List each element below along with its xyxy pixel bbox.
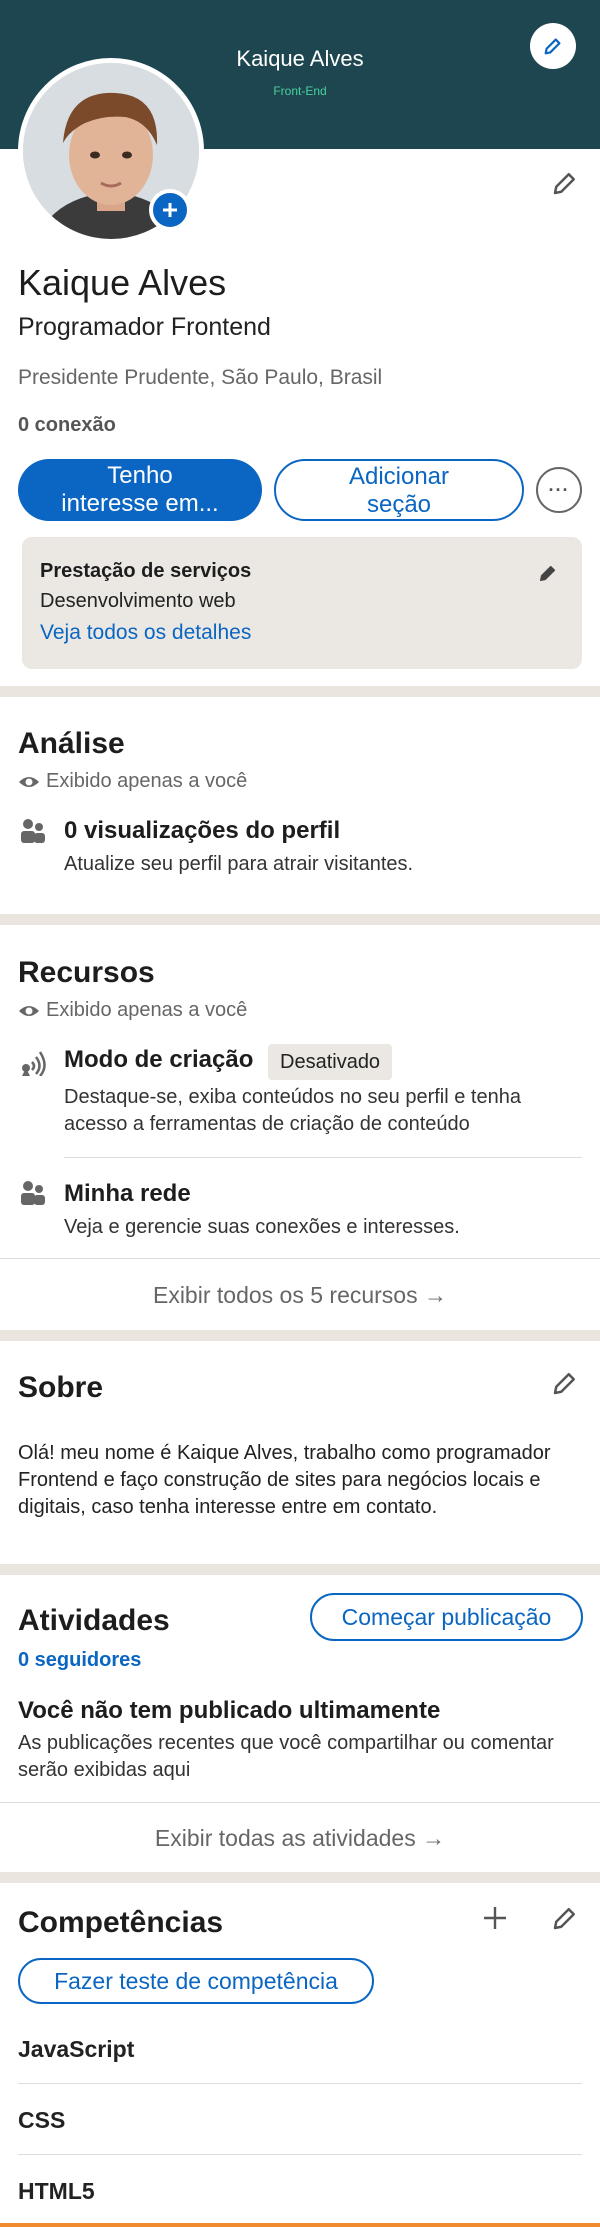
pencil-icon [553, 1373, 575, 1395]
add-section-label-line2: seção [366, 491, 432, 518]
skill-item[interactable]: JavaScript [18, 2036, 134, 2063]
about-title: Sobre [18, 1371, 104, 1404]
edit-intro-button[interactable] [548, 166, 582, 200]
pencil-icon [539, 565, 556, 582]
analytics-visibility-text: Exibido apenas a você [46, 770, 248, 792]
no-posts-title: Você não tem publicado ultimamente [18, 1697, 441, 1724]
add-section-button[interactable]: Adicionar seção [274, 459, 524, 521]
pencil-icon [553, 173, 575, 195]
plus-icon [163, 203, 177, 217]
profile-name: Kaique Alves [18, 262, 227, 303]
section-divider [0, 1564, 600, 1575]
edit-skills-button[interactable] [548, 1901, 582, 1935]
open-to-label-line2: interesse em... [61, 490, 219, 517]
profile-views-description: Atualize seu perfil para atrair visitant… [64, 853, 414, 875]
creator-mode-status-badge: Desativado [268, 1044, 393, 1080]
creator-mode-description-line2: acesso a ferramentas de criação de conte… [64, 1113, 470, 1135]
edit-about-button[interactable] [548, 1366, 582, 1400]
services-description: Desenvolvimento web [40, 590, 236, 612]
followers-count[interactable]: 0 seguidores [18, 1649, 141, 1672]
row-divider [0, 1802, 600, 1803]
resources-title: Recursos [18, 956, 155, 989]
row-divider [18, 2154, 582, 2155]
bottom-accent-bar [0, 2223, 600, 2227]
people-icon [18, 1178, 48, 1208]
skill-item[interactable]: HTML5 [18, 2178, 95, 2205]
broadcast-icon [18, 1046, 48, 1077]
profile-location: Presidente Prudente, São Paulo, Brasil [18, 366, 383, 389]
activity-title: Atividades [18, 1604, 170, 1637]
skill-assessment-button[interactable]: Fazer teste de competência [18, 1958, 374, 2004]
row-divider [64, 1157, 582, 1158]
skill-item[interactable]: CSS [18, 2107, 65, 2134]
no-posts-description: As publicações recentes que você compart… [18, 1732, 554, 1781]
open-to-button[interactable]: Tenho interesse em... [18, 459, 262, 521]
pencil-icon [544, 38, 561, 55]
analytics-visibility: Exibido apenas a você [18, 770, 247, 793]
open-to-label-line1: Tenho [107, 462, 173, 489]
analytics-title: Análise [18, 727, 125, 760]
row-divider [18, 2083, 582, 2084]
about-text: Olá! meu nome é Kaique Alves, trabalho c… [18, 1442, 551, 1518]
section-divider [0, 914, 600, 925]
people-icon [18, 816, 48, 846]
eye-icon [19, 1005, 39, 1016]
add-section-label-line1: Adicionar [348, 463, 450, 490]
creator-mode-description-line1: Destaque-se, exiba conteúdos no seu perf… [64, 1086, 521, 1108]
plus-icon [484, 1907, 506, 1929]
eye-icon [19, 776, 39, 787]
connections-count[interactable]: 0 conexão [18, 414, 116, 437]
my-network-description: Veja e gerencie suas conexões e interess… [64, 1216, 460, 1238]
section-divider [0, 1872, 600, 1883]
skills-title: Competências [18, 1906, 224, 1939]
add-skill-button[interactable] [478, 1901, 512, 1935]
pencil-icon [553, 1908, 575, 1930]
services-title: Prestação de serviços [40, 560, 252, 582]
profile-headline: Programador Frontend [18, 313, 271, 341]
services-details-link[interactable]: Veja todos os detalhes [40, 621, 251, 645]
resources-visibility-text: Exibido apenas a você [46, 999, 248, 1021]
edit-services-button[interactable] [530, 555, 566, 591]
creator-mode-title[interactable]: Modo de criação [64, 1046, 253, 1074]
edit-banner-button[interactable] [530, 23, 576, 69]
section-divider [0, 1330, 600, 1341]
my-network-title[interactable]: Minha rede [64, 1180, 191, 1208]
add-photo-button[interactable] [149, 189, 191, 231]
show-all-activity-link[interactable]: Exibir todas as atividades → [0, 1825, 600, 1852]
more-options-button[interactable]: ··· [536, 467, 582, 513]
row-divider [0, 1258, 600, 1259]
resources-visibility: Exibido apenas a você [18, 999, 247, 1022]
profile-views-title[interactable]: 0 visualizações do perfil [64, 817, 340, 845]
show-all-resources-link[interactable]: Exibir todos os 5 recursos → [0, 1282, 600, 1309]
more-icon: ··· [548, 479, 570, 500]
start-post-button[interactable]: Começar publicação [310, 1593, 583, 1641]
section-divider [0, 686, 600, 697]
